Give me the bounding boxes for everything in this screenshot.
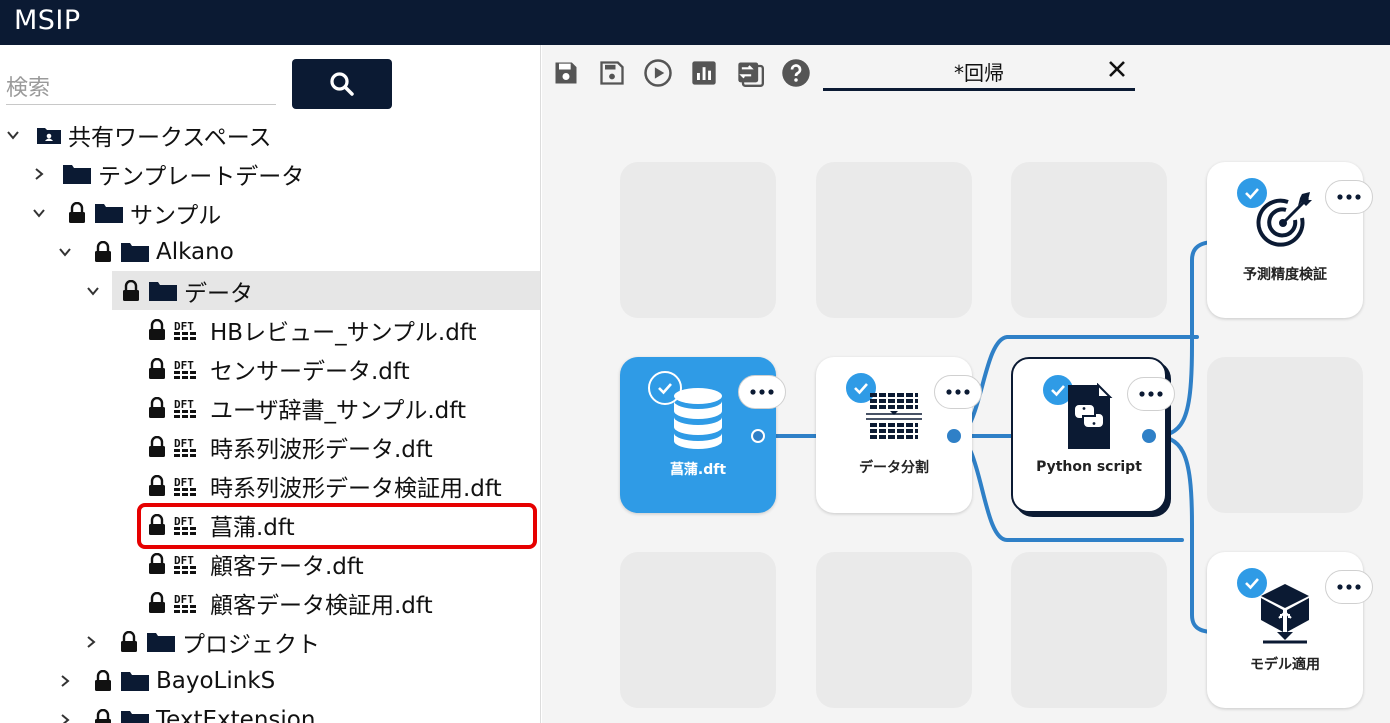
tree-item-shared-workspace[interactable]: 共有ワークスペース	[0, 115, 540, 154]
lock-icon	[66, 201, 88, 225]
tree-item-label: プロジェクト	[182, 631, 320, 658]
lock-icon	[146, 435, 168, 459]
workflow-canvas[interactable]: 菖蒲.dft データ分割 Python script 予測精度検証 モデル適用	[542, 45, 1390, 723]
tree-item-project[interactable]: プロジェクト	[0, 622, 540, 661]
tree-file-item[interactable]: DFT 時系列波形データ.dft	[0, 427, 540, 466]
output-port[interactable]	[947, 429, 961, 443]
tree-file-label: 時系列波形データ.dft	[210, 436, 433, 463]
lock-icon	[92, 669, 114, 693]
folder-icon	[148, 279, 180, 303]
dft-file-icon: DFT	[174, 396, 206, 420]
tree-file-label: 顧客データ検証用.dft	[210, 592, 433, 619]
lock-icon	[146, 396, 168, 420]
highlight-annotation	[137, 503, 537, 549]
node-evaluate-accuracy[interactable]: 予測精度検証	[1207, 162, 1373, 318]
chevron-right-icon[interactable]	[28, 163, 50, 185]
tree-file-label: 時系列波形データ検証用.dft	[210, 475, 502, 502]
node-label: 菖蒲.dft	[669, 462, 727, 478]
tree-item-alkano[interactable]: Alkano	[0, 232, 540, 271]
lock-icon	[146, 591, 168, 615]
lock-icon	[146, 318, 168, 342]
svg-text:DFT: DFT	[174, 398, 194, 411]
svg-text:DFT: DFT	[174, 359, 194, 372]
tree-item-label: データ	[184, 280, 253, 307]
lock-icon	[92, 708, 114, 723]
tree-item-data[interactable]: データ	[87, 271, 540, 310]
tree-file-label: 顧客テータ.dft	[210, 553, 364, 580]
svg-text:DFT: DFT	[174, 554, 194, 567]
svg-text:DFT: DFT	[174, 593, 194, 606]
lock-icon	[120, 279, 142, 303]
shared-folder-icon	[36, 123, 64, 147]
svg-text:DFT: DFT	[174, 320, 194, 333]
python-file-icon	[1013, 383, 1165, 451]
dft-file-icon: DFT	[174, 591, 206, 615]
tree-file-item[interactable]: DFT 時系列波形データ検証用.dft	[0, 466, 540, 505]
lock-icon	[118, 630, 140, 654]
tree-item-label: 共有ワークスペース	[68, 124, 272, 151]
tree-file-label: HBレビュー_サンプル.dft	[210, 319, 477, 346]
node-label: 予測精度検証	[1243, 267, 1327, 283]
lock-icon	[146, 474, 168, 498]
svg-text:DFT: DFT	[174, 437, 194, 450]
tree-item-label: テンプレートデータ	[98, 163, 305, 190]
chevron-down-icon[interactable]	[82, 280, 104, 302]
chevron-right-icon[interactable]	[54, 709, 76, 723]
svg-text:DFT: DFT	[174, 476, 194, 489]
lock-icon	[146, 552, 168, 576]
lock-icon	[92, 240, 114, 264]
output-port[interactable]	[1142, 429, 1156, 443]
tree-item-bayolinks[interactable]: BayoLinkS	[0, 661, 540, 700]
folder-icon	[94, 201, 126, 225]
node-python-script[interactable]: Python script	[1011, 357, 1175, 513]
node-model-apply[interactable]: モデル適用	[1207, 552, 1373, 708]
folder-icon	[62, 162, 94, 186]
tree-file-label: センサーデータ.dft	[210, 358, 410, 385]
folder-icon	[120, 708, 152, 723]
tree-file-item[interactable]: DFT 顧客データ検証用.dft	[0, 583, 540, 622]
lock-icon	[146, 357, 168, 381]
node-label: データ分割	[859, 460, 929, 476]
dft-file-icon: DFT	[174, 318, 206, 342]
tree-item-label: Alkano	[156, 238, 234, 265]
app-header: MSIP	[0, 0, 1390, 45]
model-apply-icon	[1207, 582, 1363, 644]
sidebar: 共有ワークスペース テンプレートデータ サンプル Alkano データ	[0, 45, 541, 723]
tree-item-label: TextExtension	[156, 706, 316, 723]
chevron-right-icon[interactable]	[54, 670, 76, 692]
dft-file-icon: DFT	[174, 552, 206, 576]
search-icon	[330, 72, 354, 96]
folder-icon	[120, 240, 152, 264]
dft-file-icon: DFT	[174, 357, 206, 381]
node-label: モデル適用	[1250, 657, 1320, 673]
tree-item-template-data[interactable]: テンプレートデータ	[0, 154, 540, 193]
chevron-right-icon[interactable]	[80, 631, 102, 653]
dft-file-icon: DFT	[174, 435, 206, 459]
tree-item-label: BayoLinkS	[156, 667, 276, 694]
dft-file-icon: DFT	[174, 474, 206, 498]
tree-item-sample[interactable]: サンプル	[0, 193, 540, 232]
chevron-down-icon[interactable]	[28, 202, 50, 224]
tree-item-textextension[interactable]: TextExtension	[0, 700, 540, 723]
node-data-split[interactable]: データ分割	[816, 357, 982, 513]
chevron-down-icon[interactable]	[2, 124, 24, 146]
search-button[interactable]	[292, 59, 392, 109]
tree-file-item[interactable]: DFT HBレビュー_サンプル.dft	[0, 310, 540, 349]
output-port[interactable]	[751, 429, 765, 443]
tree-file-item[interactable]: DFT 顧客テータ.dft	[0, 544, 540, 583]
search-input[interactable]	[6, 73, 276, 105]
folder-icon	[146, 630, 178, 654]
tree-file-label: ユーザ辞書_サンプル.dft	[210, 397, 466, 424]
node-label: Python script	[1036, 459, 1142, 475]
target-icon	[1207, 190, 1363, 250]
tree-file-item[interactable]: DFT センサーデータ.dft	[0, 349, 540, 388]
workflow-editor: *回帰 菖蒲.dft データ分割 Python script 予測精度検証 モデ…	[542, 45, 1390, 723]
node-input-dataset[interactable]: 菖蒲.dft	[620, 357, 786, 513]
app-title: MSIP	[14, 5, 81, 36]
tree-item-label: サンプル	[130, 202, 222, 229]
tree-file-item[interactable]: DFT ユーザ辞書_サンプル.dft	[0, 388, 540, 427]
folder-icon	[120, 669, 152, 693]
chevron-down-icon[interactable]	[54, 241, 76, 263]
